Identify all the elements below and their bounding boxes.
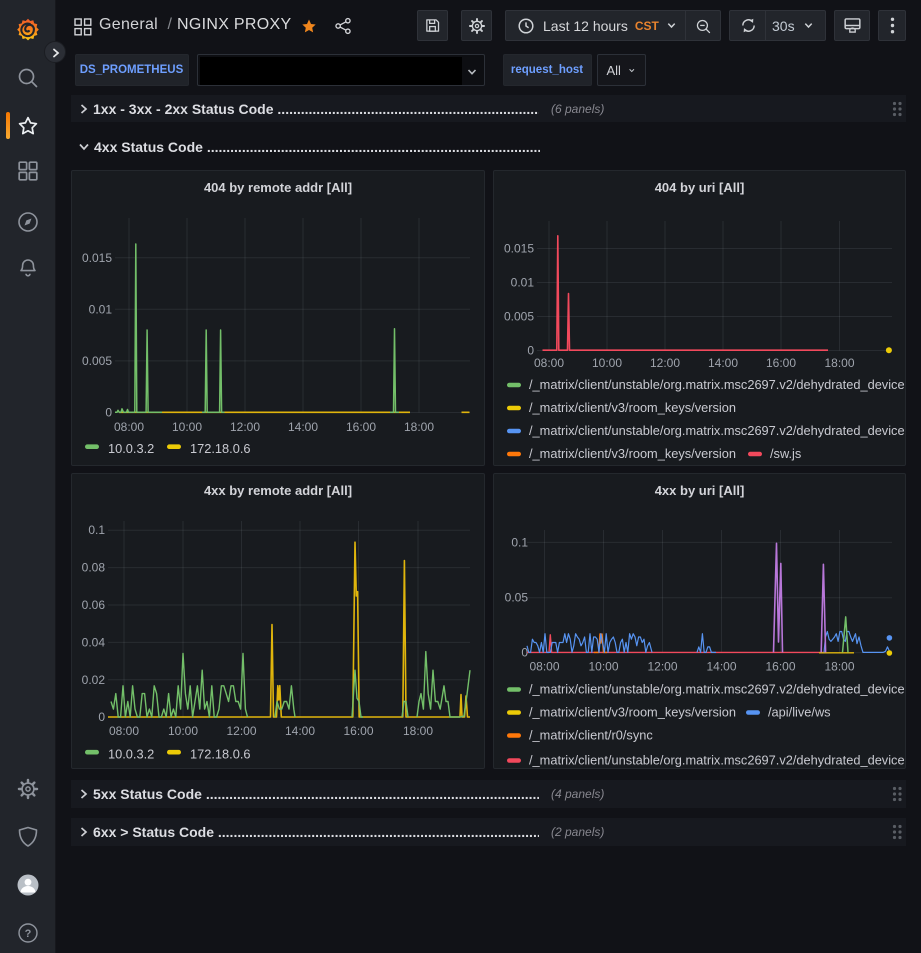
svg-text:0: 0: [98, 710, 105, 724]
svg-text:0.005: 0.005: [82, 354, 112, 368]
svg-text:0.1: 0.1: [511, 535, 528, 549]
svg-text:/_matrix/client/unstable/org.m: /_matrix/client/unstable/org.matrix.msc2…: [529, 753, 905, 768]
svg-text:16:00: 16:00: [765, 660, 795, 674]
svg-text:0: 0: [105, 406, 112, 420]
svg-text:18:00: 18:00: [404, 420, 434, 434]
svg-text:10:00: 10:00: [168, 724, 198, 738]
svg-text:?: ?: [24, 928, 31, 940]
svg-text:18:00: 18:00: [403, 724, 433, 738]
svg-text:0.05: 0.05: [505, 591, 529, 605]
svg-text:18:00: 18:00: [824, 660, 854, 674]
svg-text:/_matrix/client/unstable/org.m: /_matrix/client/unstable/org.matrix.msc2…: [529, 423, 905, 438]
svg-text:0.04: 0.04: [82, 635, 106, 649]
svg-text:10.0.3.2: 10.0.3.2: [108, 441, 154, 456]
svg-text:/api/live/ws: /api/live/ws: [768, 705, 831, 720]
svg-text:08:00: 08:00: [114, 420, 144, 434]
svg-text:14:00: 14:00: [288, 420, 318, 434]
svg-text:12:00: 12:00: [226, 724, 256, 738]
svg-text:16:00: 16:00: [766, 356, 796, 370]
svg-text:172.18.0.6: 172.18.0.6: [190, 747, 251, 762]
svg-text:10:00: 10:00: [592, 356, 622, 370]
svg-text:10:00: 10:00: [172, 420, 202, 434]
svg-text:0.06: 0.06: [82, 598, 106, 612]
svg-text:12:00: 12:00: [230, 420, 260, 434]
svg-text:16:00: 16:00: [343, 724, 373, 738]
svg-text:18:00: 18:00: [824, 356, 854, 370]
svg-text:0.01: 0.01: [89, 303, 113, 317]
svg-text:0.015: 0.015: [504, 242, 534, 256]
svg-text:08:00: 08:00: [529, 660, 559, 674]
svg-text:14:00: 14:00: [708, 356, 738, 370]
svg-text:12:00: 12:00: [647, 660, 677, 674]
svg-text:14:00: 14:00: [706, 660, 736, 674]
svg-text:0.005: 0.005: [504, 310, 534, 324]
svg-text:08:00: 08:00: [109, 724, 139, 738]
svg-text:10:00: 10:00: [588, 660, 618, 674]
svg-text:0.015: 0.015: [82, 251, 112, 265]
svg-text:08:00: 08:00: [534, 356, 564, 370]
svg-text:/sw.js: /sw.js: [770, 446, 801, 461]
svg-text:/_matrix/client/v3/room_keys/v: /_matrix/client/v3/room_keys/version: [529, 446, 736, 461]
svg-text:12:00: 12:00: [650, 356, 680, 370]
svg-text:/_matrix/client/v3/room_keys/v: /_matrix/client/v3/room_keys/version: [529, 400, 736, 415]
svg-text:0.01: 0.01: [511, 276, 535, 290]
svg-text:/_matrix/client/v3/room_keys/v: /_matrix/client/v3/room_keys/version: [529, 705, 736, 720]
svg-text:/_matrix/client/unstable/org.m: /_matrix/client/unstable/org.matrix.msc2…: [529, 682, 905, 697]
svg-text:10.0.3.2: 10.0.3.2: [108, 747, 154, 762]
svg-text:172.18.0.6: 172.18.0.6: [190, 441, 251, 456]
svg-text:0.08: 0.08: [82, 561, 106, 575]
svg-text:0.1: 0.1: [88, 523, 105, 537]
svg-text:16:00: 16:00: [346, 420, 376, 434]
svg-text:0.02: 0.02: [82, 673, 106, 687]
svg-text:/_matrix/client/unstable/org.m: /_matrix/client/unstable/org.matrix.msc2…: [529, 377, 905, 392]
svg-text:14:00: 14:00: [285, 724, 315, 738]
svg-text:/_matrix/client/r0/sync: /_matrix/client/r0/sync: [529, 728, 653, 743]
